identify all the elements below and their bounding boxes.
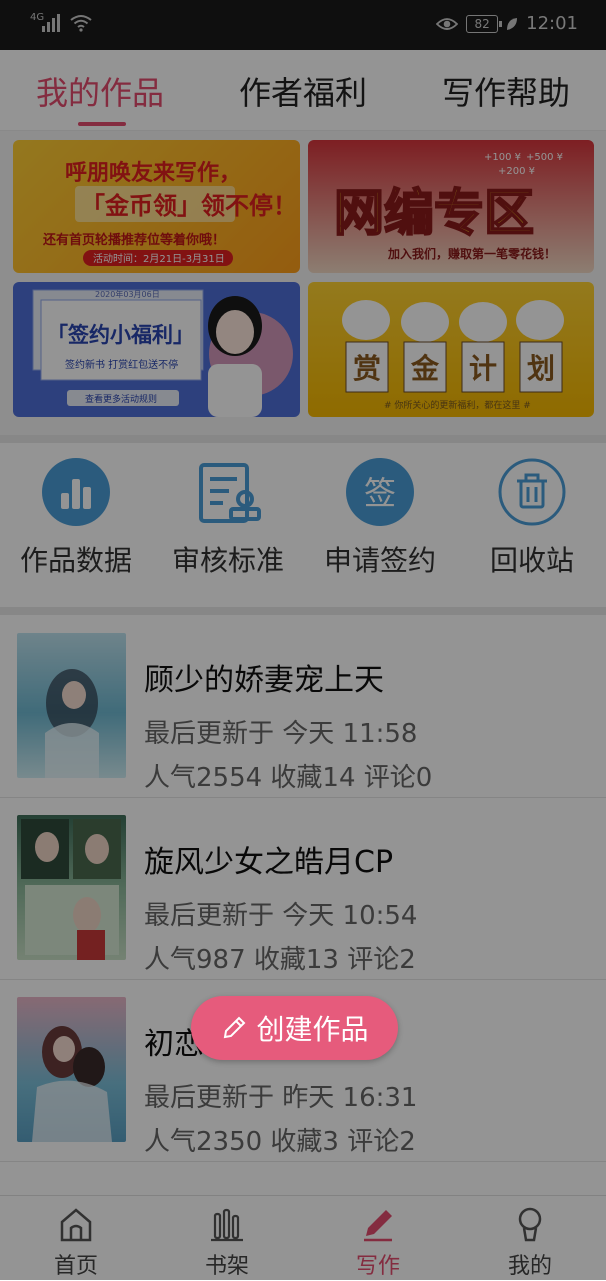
editor-zone-banner[interactable]: +100 ¥ +500 ¥ +200 ¥ 网编专区 加入我们，赚取第一笔零花钱！ [308,140,594,273]
top-tab-bar: 我的作品 作者福利 写作帮助 [0,50,606,131]
banner3-sub: 签约新书 打赏红包送不停 [65,358,178,371]
nav-label: 书架 [204,1254,249,1279]
system-indicators: 82 12:01 [436,13,578,34]
nav-label: 写作 [355,1254,400,1279]
book-cover [17,815,126,960]
sign-icon-glyph: 签 [364,474,396,512]
nav-writing[interactable]: 写作 [318,1204,438,1280]
banner3-link: 查看更多活动规则 [85,393,157,405]
bounty-plan-art: 赏 金 计 划 # 你所关心的更新福利，都在这里 # [342,300,564,411]
nav-bookshelf[interactable]: 书架 [167,1204,287,1280]
status-bar: 4G 82 12:01 [0,0,606,50]
create-work-button[interactable]: 创建作品 [191,996,398,1060]
bounty-char-4: 划 [527,352,555,385]
banner1-line2: 「金币领」领不停！ [81,192,297,220]
bottom-nav: 首页 书架 写作 我的 [0,1195,606,1281]
bounty-sub: # 你所关心的更新福利，都在这里 # [384,399,531,411]
work-item[interactable]: 顾少的娇妻宠上天 最后更新于 今天 11:58 人气2554 收藏14 评论0 [0,615,606,798]
action-review-standard[interactable]: 审核标准 [152,457,304,579]
action-work-data[interactable]: 作品数据 [0,457,152,579]
clock: 12:01 [526,13,578,34]
nav-label: 首页 [53,1254,98,1279]
works-list: 顾少的娇妻宠上天 最后更新于 今天 11:58 人气2554 收藏14 评论0 … [0,615,606,1195]
bounty-char-2: 金 [410,352,440,385]
banner3-girl-face [216,310,254,354]
banner2-sub: 加入我们，赚取第一笔零花钱！ [387,246,556,261]
invite-friends-art: 呼朋唤友来写作， 「金币领」领不停！ 还有首页轮播推荐位等着你哦！ 活动时间：2… [42,160,297,266]
work-item[interactable]: 旋风少女之皓月CP 最后更新于 今天 10:54 人气987 收藏13 评论2 [0,797,606,980]
leaf-icon [507,17,518,30]
editor-zone-art: +100 ¥ +500 ¥ +200 ¥ 网编专区 加入我们，赚取第一笔零花钱！ [333,152,563,261]
banner3-girl-body [208,364,262,417]
tab-writing-help[interactable]: 写作帮助 [406,68,606,114]
battery-icon: 82 [466,14,503,33]
tab-my-works[interactable]: 我的作品 [0,68,200,114]
sign-welfare-art: 2020年03月06日 「签约小福利」 签约新书 打赏红包送不停 查看更多活动规… [32,289,293,417]
app-screen: 4G 82 12:01 我的作品 作者福利 写作帮助 呼朋唤友来写作， 「金币领… [0,0,606,1281]
banner-grid: 呼朋唤友来写作， 「金币领」领不停！ 还有首页轮播推荐位等着你哦！ 活动时间：2… [0,131,606,435]
section-divider [0,435,606,443]
action-apply-sign[interactable]: 签 申请签约 [304,457,456,579]
action-label: 回收站 [489,544,574,577]
eye-icon [436,17,459,30]
book-cover [17,633,126,778]
action-recycle-bin[interactable]: 回收站 [456,457,606,579]
banner1-line3: 还有首页轮播推荐位等着你哦！ [42,232,225,248]
signal-icon [42,12,60,32]
banner3-main: 「签约小福利」 [47,323,194,347]
pencil-icon [224,1016,246,1039]
banner3-date: 2020年03月06日 [95,289,160,299]
work-stats: 人气2554 收藏14 评论0 [144,763,433,793]
bar-chart-icon [42,458,110,526]
work-stats: 人气987 收藏13 评论2 [144,945,416,975]
nav-label: 我的 [507,1254,552,1279]
action-label: 作品数据 [19,544,132,577]
banner2-amount-2: +500 ¥ [526,152,563,163]
nav-mine[interactable]: 我的 [470,1204,590,1280]
book-cover [17,997,126,1142]
bounty-plan-banner[interactable]: 赏 金 计 划 # 你所关心的更新福利，都在这里 # [308,282,594,417]
section-divider [0,607,606,615]
bounty-char-3: 计 [469,352,497,385]
create-work-label: 创建作品 [256,1013,369,1046]
work-updated: 最后更新于 今天 10:54 [144,901,418,931]
nav-home[interactable]: 首页 [16,1204,136,1280]
work-updated: 最后更新于 今天 11:58 [144,719,418,749]
signal-indicators: 4G [30,12,92,32]
home-icon [60,1208,92,1242]
cat-faces [342,300,564,342]
action-label: 申请签约 [323,544,436,577]
sign-icon: 签 [346,458,414,526]
banner1-line1: 呼朋唤友来写作， [65,160,241,186]
work-stats: 人气2350 收藏3 评论2 [144,1127,416,1157]
review-document-icon [199,463,261,523]
profile-icon [518,1207,542,1242]
tab-author-welfare[interactable]: 作者福利 [203,68,403,114]
bounty-char-1: 赏 [353,352,381,385]
work-updated: 最后更新于 昨天 16:31 [144,1083,418,1113]
action-label: 审核标准 [171,544,284,577]
banner1-line4: 活动时间：2月21日-3月31日 [93,252,225,265]
sign-welfare-banner[interactable]: 2020年03月06日 「签约小福利」 签约新书 打赏红包送不停 查看更多活动规… [13,282,300,417]
quick-actions: 作品数据 审核标准 签 申请签约 回收站 [0,443,606,607]
network-type: 4G [30,12,45,23]
bookshelf-icon [211,1208,243,1242]
pen-icon [364,1210,392,1242]
banner2-main: 网编专区 [334,184,534,242]
invite-friends-banner[interactable]: 呼朋唤友来写作， 「金币领」领不停！ 还有首页轮播推荐位等着你哦！ 活动时间：2… [13,140,300,273]
active-tab-indicator [78,122,126,126]
trash-icon [498,458,566,526]
wifi-icon [70,15,92,32]
banner2-amount-3: +200 ¥ [498,166,535,177]
banner2-amount-1: +100 ¥ [484,152,521,163]
work-title: 顾少的娇妻宠上天 [144,663,384,698]
work-title: 旋风少女之皓月CP [144,845,394,880]
